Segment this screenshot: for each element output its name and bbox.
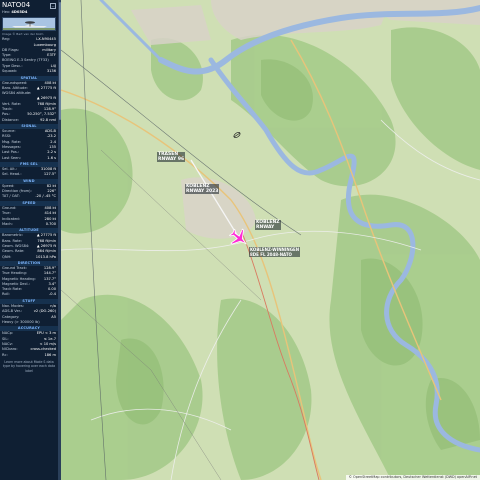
aircraft-photo[interactable] — [2, 17, 56, 32]
accuracy-rows: NACp: EPU < 3 m SIL: ≤ 1e-7 NACv: < 10 m/s NIC… — [0, 331, 58, 357]
speed-row: Mach: 0.700 — [0, 222, 58, 227]
panel-header: NATO04 Hex: 4D03D4 − — [0, 0, 58, 15]
aircraft-info-panel: NATO04 Hex: 4D03D4 − Image © Bart van de… — [0, 0, 58, 480]
info-label[interactable]: Squawk: — [2, 69, 17, 74]
altitude-row: QNH: 1013.8 hPa — [0, 255, 58, 260]
direction-value: -0.4 — [48, 292, 56, 297]
stuff-label[interactable]: Heavy (> 300000 lb) — [2, 320, 40, 325]
direction-row: Roll: -0.4 — [0, 292, 58, 297]
wind-row: TAT / OAT: -20 / -45 °C — [0, 194, 58, 199]
hex-value: 4D03D4 — [11, 10, 28, 14]
map-label-text: KOBLENZ RNWAY 2023 — [186, 184, 219, 194]
info-label[interactable]: Reg: — [2, 37, 10, 42]
spatial2-rows: Vert. Rate: 768 ft/min Track: 128.9° Pos.: 50… — [0, 102, 58, 123]
accuracy-value: 186 m — [44, 352, 56, 357]
spatial2-label[interactable]: Distance: — [2, 118, 19, 123]
wind-rows: Speed: 82 kt Direction (from): 226° TAT / OA… — [0, 184, 58, 200]
signal-row: Last Seen: 1.6 s — [0, 156, 58, 161]
map-label-text: KOBLENZ RNWAY — [256, 220, 280, 230]
map-label-text: TRASEN RNWAY 96 — [158, 152, 185, 162]
info-value: 3136 — [46, 69, 56, 74]
signal-label[interactable]: Last Seen: — [2, 156, 21, 161]
map-label-waypoint-d[interactable]: KOBLENZ-WINNINGEN 8DE FL 2048-NATO — [249, 247, 301, 257]
hex-label: Hex: — [2, 10, 11, 14]
speed-rows: Ground: 408 kt True: 414 kt Indicated: 280 kt… — [0, 206, 58, 227]
aircraft-photo-image — [3, 18, 55, 31]
direction-label[interactable]: Roll: — [2, 292, 10, 297]
wind-label[interactable]: TAT / OAT: — [2, 194, 20, 199]
stuff-value: A5 — [51, 314, 56, 319]
panel-footer-hint: Learn more about Mode S data type by hov… — [2, 359, 56, 373]
spatial2-row: Distance: 92.8 nmi — [0, 118, 58, 123]
fms-label[interactable]: Sel. Head.: — [2, 172, 22, 177]
altitude-rows: Barometric: ▲ 27775 ft Baro. Rate: 768 ft/m… — [0, 233, 58, 259]
fms-value: 127.5° — [43, 172, 56, 177]
signal-value: 1.6 s — [47, 155, 56, 160]
altitude-value: 1013.8 hPa — [35, 254, 56, 259]
map-attribution[interactable]: © OpenStreetMap contributors, Deutscher … — [345, 475, 480, 480]
wind-value: -20 / -45 °C — [35, 194, 56, 199]
map-label-text: KOBLENZ-WINNINGEN 8DE FL 2048-NATO — [250, 247, 300, 257]
spatial2-value: 92.8 nmi — [40, 117, 56, 122]
speed-label[interactable]: Mach: — [2, 222, 13, 227]
altitude-label[interactable]: QNH: — [2, 255, 11, 260]
info-rows: Reg: LX-N90445 Luxembourg DB Flags: military… — [0, 37, 58, 74]
callsign: NATO04 — [2, 1, 31, 9]
spatial-value: ▲ 27775 ft — [36, 85, 56, 90]
stuff-rows: Nav. Modes: n/a ADS-B Ver.: v2 (DO-260) Cate… — [0, 304, 58, 325]
fms-rows: Sel. Alt.: 31008 ft Sel. Head.: 127.5° — [0, 167, 58, 178]
map-label-waypoint-b[interactable]: KOBLENZ RNWAY 2023 — [185, 184, 220, 194]
map-view[interactable]: TRASEN RNWAY 96 KOBLENZ RNWAY 2023 KOBLE… — [61, 0, 480, 480]
accuracy-label[interactable]: Rc: — [2, 353, 8, 358]
close-icon[interactable]: − — [50, 3, 56, 9]
map-label-waypoint-c[interactable]: KOBLENZ RNWAY — [255, 220, 281, 230]
info-row: Squawk: 3136 — [0, 69, 58, 74]
map-canvas[interactable] — [61, 0, 480, 480]
stuff-row: Heavy (> 300000 lb) — [0, 320, 58, 325]
hex-line: Hex: 4D03D4 — [2, 10, 56, 15]
signal-rows: Source: ADS-B RSSI: -23.2 Msg. Rate: 2.4 Messa… — [0, 129, 58, 161]
speed-value: 0.700 — [45, 221, 56, 226]
fms-row: Sel. Head.: 127.5° — [0, 172, 58, 177]
spatial-rows: Groundspeed: 408 kt Baro. Altitude: ▲ 27775… — [0, 81, 58, 97]
spatial-label[interactable]: WGS84 altitude: — [2, 91, 31, 96]
direction-rows: Ground Track: 128.9° True Heading: 144.7° Ma… — [0, 266, 58, 298]
map-label-waypoint-a[interactable]: TRASEN RNWAY 96 — [157, 152, 186, 162]
